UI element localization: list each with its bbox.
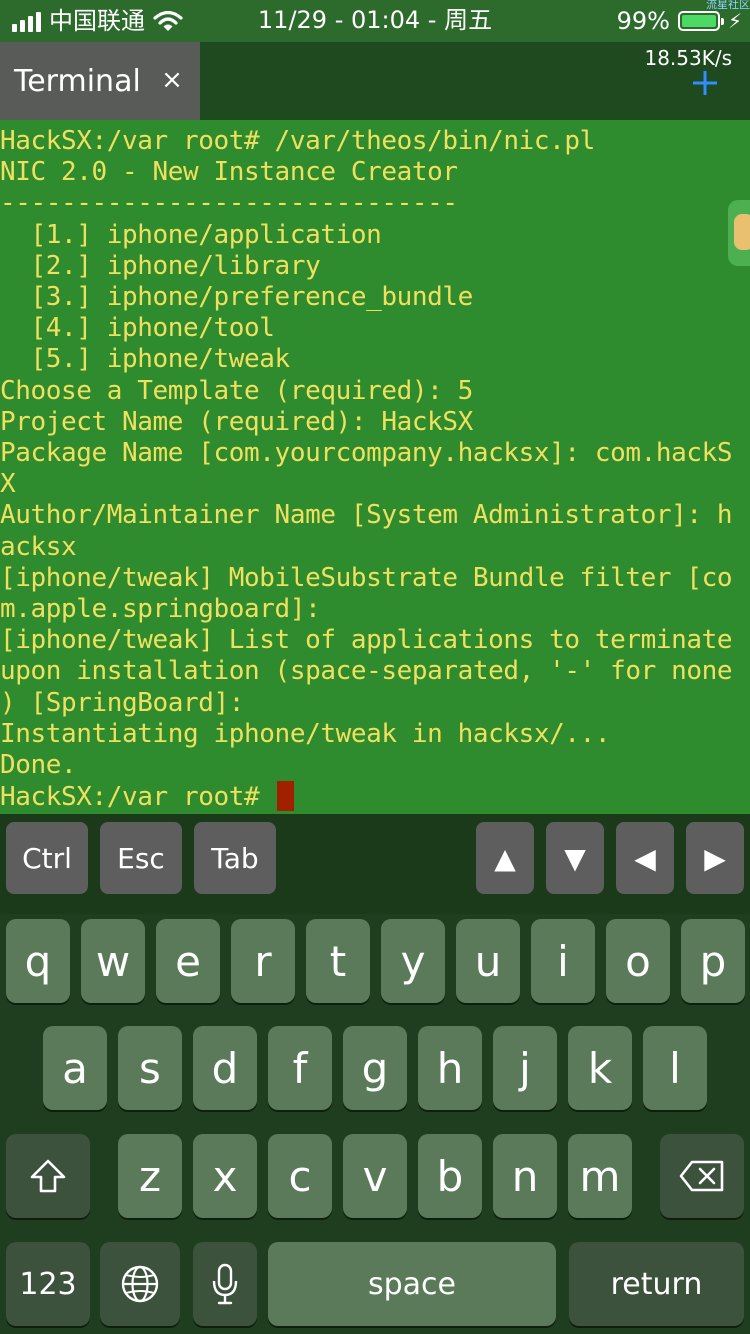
arrow-right-key[interactable]: ▶ — [686, 822, 744, 894]
terminal-line: HackSX:/var root# — [0, 782, 275, 813]
terminal-text: HackSX:/var root# /var/theos/bin/nic.pl … — [0, 120, 750, 813]
terminal-line: Author/Maintainer Name [System Administr… — [0, 500, 733, 531]
terminal-line: Done. — [0, 750, 77, 781]
backspace-key[interactable] — [660, 1134, 744, 1218]
software-keyboard: q w e r t y u i o p a s d f g h j k l z … — [0, 914, 750, 1334]
key-o[interactable]: o — [606, 919, 670, 1003]
microphone-icon — [212, 1263, 238, 1305]
key-d[interactable]: d — [193, 1026, 257, 1110]
globe-icon — [121, 1265, 159, 1303]
network-speed: 18.53K/s — [644, 46, 732, 70]
charging-bolt-icon: ⚡ — [727, 9, 742, 33]
key-y[interactable]: y — [381, 919, 445, 1003]
battery-icon — [677, 11, 724, 31]
plus-icon[interactable] — [690, 68, 720, 98]
arrow-up-key[interactable]: ▲ — [476, 822, 534, 894]
terminal-line: ------------------------------ — [0, 188, 458, 219]
key-x[interactable]: x — [193, 1134, 257, 1218]
terminal-line: upon installation (space-separated, '-' … — [0, 656, 733, 687]
key-s[interactable]: s — [118, 1026, 182, 1110]
terminal-cursor — [276, 781, 294, 812]
shift-key[interactable] — [6, 1134, 90, 1218]
arrow-left-key[interactable]: ◀ — [616, 822, 674, 894]
status-bar: 中国联通 11/29 - 01:04 - 周五 99% ⚡ 流星社区 — [0, 0, 750, 42]
tab-bar: Terminal × 18.53K/s — [0, 42, 750, 120]
terminal-line: [3.] iphone/preference_bundle — [0, 282, 474, 313]
key-z[interactable]: z — [118, 1134, 182, 1218]
key-g[interactable]: g — [343, 1026, 407, 1110]
terminal-line: m.apple.springboard]: — [0, 594, 321, 625]
key-n[interactable]: n — [493, 1134, 557, 1218]
battery-fill — [681, 15, 716, 27]
terminal-line: Instantiating iphone/tweak in hacksx/... — [0, 718, 611, 749]
terminal-line: [5.] iphone/tweak — [0, 344, 291, 375]
terminal-line: HackSX:/var root# /var/theos/bin/nic.pl — [0, 126, 595, 156]
esc-key[interactable]: Esc — [100, 822, 182, 894]
tab-label: Terminal — [14, 63, 141, 99]
microphone-key[interactable] — [193, 1242, 257, 1326]
key-h[interactable]: h — [418, 1026, 482, 1110]
key-m[interactable]: m — [568, 1134, 632, 1218]
terminal-line: ) [SpringBoard]: — [0, 687, 245, 718]
terminal-line: [iphone/tweak] List of applications to t… — [0, 625, 733, 656]
terminal-line: [1.] iphone/application — [0, 219, 382, 250]
key-t[interactable]: t — [306, 919, 370, 1003]
key-j[interactable]: j — [493, 1026, 557, 1110]
globe-key[interactable] — [100, 1242, 180, 1326]
shift-icon — [30, 1159, 66, 1193]
terminal-line: Package Name [com.yourcompany.hacksx]: c… — [0, 438, 733, 469]
terminal-line: Choose a Template (required): 5 — [0, 375, 473, 406]
tab-key[interactable]: Tab — [194, 822, 276, 894]
key-a[interactable]: a — [43, 1026, 107, 1110]
terminal-line: [2.] iphone/library — [0, 250, 321, 281]
key-i[interactable]: i — [531, 919, 595, 1003]
key-e[interactable]: e — [156, 919, 220, 1003]
corner-watermark: 流星社区 — [706, 0, 750, 11]
terminal-line: [iphone/tweak] MobileSubstrate Bundle fi… — [0, 562, 733, 593]
key-c[interactable]: c — [268, 1134, 332, 1218]
extra-keys-bar: Ctrl Esc Tab ▲ ▼ ◀ ▶ — [0, 814, 750, 914]
floating-assistive-widget[interactable] — [728, 200, 750, 266]
terminal-output[interactable]: HackSX:/var root# /var/theos/bin/nic.pl … — [0, 120, 750, 814]
key-q[interactable]: q — [6, 919, 70, 1003]
terminal-line: NIC 2.0 - New Instance Creator — [0, 157, 458, 188]
terminal-line: [4.] iphone/tool — [0, 313, 275, 344]
backspace-icon — [679, 1160, 724, 1192]
terminal-line: Project Name (required): HackSX — [0, 406, 473, 437]
key-p[interactable]: p — [681, 919, 745, 1003]
key-v[interactable]: v — [343, 1134, 407, 1218]
ctrl-key[interactable]: Ctrl — [6, 822, 88, 894]
return-key[interactable]: return — [569, 1242, 744, 1326]
key-u[interactable]: u — [456, 919, 520, 1003]
arrow-down-key[interactable]: ▼ — [546, 822, 604, 894]
avatar-icon — [734, 214, 750, 250]
space-key[interactable]: space — [268, 1242, 556, 1326]
tab-terminal[interactable]: Terminal × — [0, 42, 200, 120]
key-k[interactable]: k — [568, 1026, 632, 1110]
battery-percent: 99% — [616, 7, 670, 35]
numbers-key[interactable]: 123 — [6, 1242, 90, 1326]
key-l[interactable]: l — [643, 1026, 707, 1110]
terminal-line: X — [0, 469, 16, 500]
close-tab-icon[interactable]: × — [158, 66, 186, 94]
key-w[interactable]: w — [81, 919, 145, 1003]
key-r[interactable]: r — [231, 919, 295, 1003]
terminal-line: acksx — [0, 531, 77, 562]
key-b[interactable]: b — [418, 1134, 482, 1218]
key-f[interactable]: f — [268, 1026, 332, 1110]
